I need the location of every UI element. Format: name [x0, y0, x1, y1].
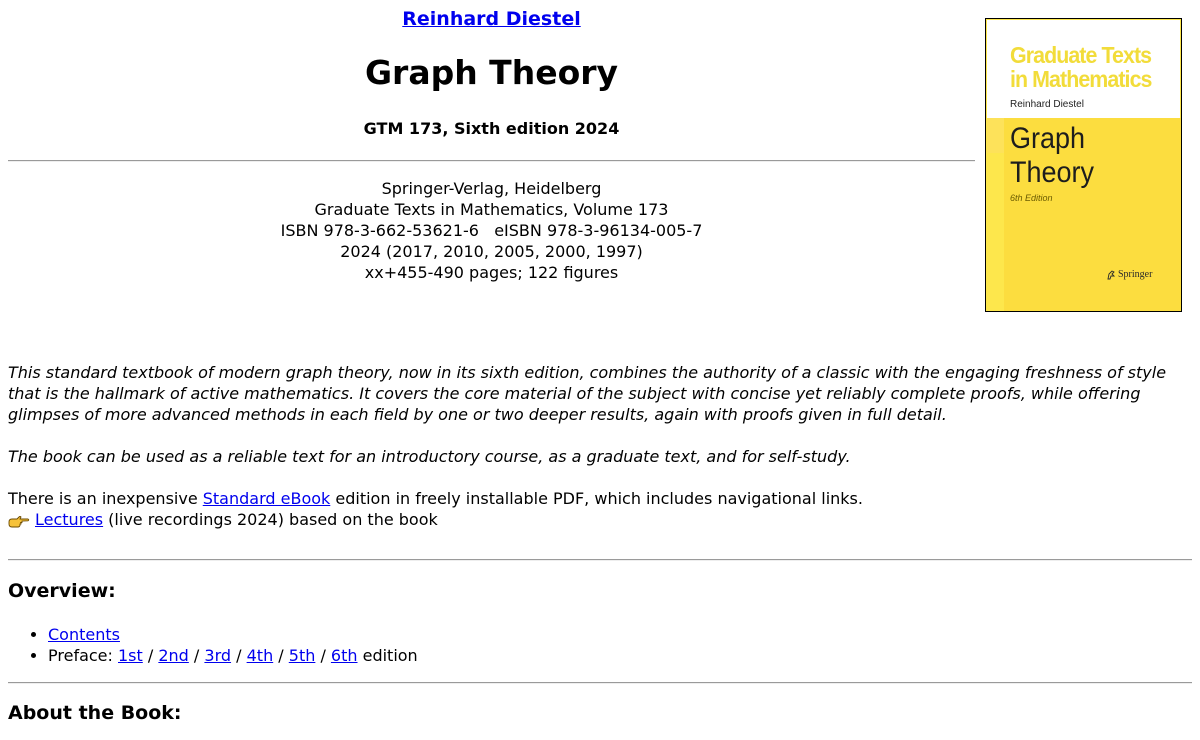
separator: /: [273, 646, 289, 665]
separator: /: [231, 646, 247, 665]
cover-side-tab: [987, 118, 1004, 153]
page-title: Graph Theory: [364, 53, 619, 92]
contents-link[interactable]: Contents: [48, 625, 120, 644]
cover-series-name: Graduate Texts in Mathematics: [1010, 43, 1152, 91]
lectures-link[interactable]: Lectures: [35, 509, 103, 530]
separator: /: [315, 646, 331, 665]
preface-3rd-link[interactable]: 3rd: [204, 646, 231, 665]
usage-blurb: The book can be used as a reliable text …: [8, 447, 851, 466]
cover-title-line-2: Theory: [1010, 156, 1095, 189]
lectures-line: Lectures (live recordings 2024) based on…: [8, 509, 1192, 530]
author-row: Reinhard Diestel: [8, 8, 975, 30]
preface-2nd-link[interactable]: 2nd: [158, 646, 188, 665]
pages-text: xx+455-490 pages; 122 figures: [364, 263, 619, 282]
ebook-line: There is an inexpensive Standard eBook e…: [8, 488, 1192, 509]
cover-edition: 6th Edition: [1010, 193, 1053, 203]
overview-list: Contents Preface: 1st / 2nd / 3rd / 4th …: [8, 624, 418, 666]
publisher-text: Springer-Verlag, Heidelberg: [381, 179, 602, 198]
springer-horse-icon: [1107, 269, 1116, 279]
cover-publisher-name: Springer: [1118, 269, 1153, 280]
preface-4th-link[interactable]: 4th: [247, 646, 274, 665]
author-link[interactable]: Reinhard Diestel: [402, 8, 580, 30]
pointing-hand-icon: [8, 516, 30, 528]
isbn-text: ISBN 978-3-662-53621-6 eISBN 978-3-96134…: [280, 221, 703, 240]
preface-6th-link[interactable]: 6th: [331, 646, 358, 665]
preface-suffix: edition: [357, 646, 418, 665]
cover-title: Graph Theory: [1010, 122, 1094, 190]
list-item: Preface: 1st / 2nd / 3rd / 4th / 5th / 6…: [48, 645, 418, 666]
cover-title-line-1: Graph: [1010, 122, 1086, 155]
overview-heading: Overview:: [8, 580, 116, 602]
header-divider: [8, 160, 975, 162]
ebook-suffix-text: edition in freely installable PDF, which…: [330, 489, 863, 508]
preface-5th-link[interactable]: 5th: [289, 646, 316, 665]
intro-section: This standard textbook of modern graph t…: [8, 362, 1192, 530]
lectures-suffix-text: (live recordings 2024) based on the book: [103, 510, 438, 529]
years-text: 2024 (2017, 2010, 2005, 2000, 1997): [340, 242, 643, 261]
section-divider: [8, 559, 1192, 561]
about-heading: About the Book:: [8, 702, 182, 724]
ebook-prefix-text: There is an inexpensive: [8, 489, 203, 508]
separator: /: [188, 646, 205, 665]
cover-series-line-1: Graduate Texts: [1010, 42, 1152, 68]
edition-subtitle: GTM 173, Sixth edition 2024: [363, 119, 620, 138]
list-item: Contents: [48, 624, 418, 645]
preface-label: Preface:: [48, 646, 118, 665]
preface-1st-link[interactable]: 1st: [118, 646, 143, 665]
separator: /: [142, 646, 159, 665]
cover-series-line-2: in Mathematics: [1010, 66, 1152, 92]
cover-publisher: Springer: [1106, 269, 1152, 280]
cover-author: Reinhard Diestel: [1010, 99, 1084, 110]
series-text: Graduate Texts in Mathematics, Volume 17…: [314, 200, 669, 219]
section-divider: [8, 682, 1192, 684]
publication-info: Springer-Verlag, Heidelberg Graduate Tex…: [8, 178, 975, 283]
book-cover-image: Graduate Texts in Mathematics Reinhard D…: [985, 18, 1182, 312]
standard-ebook-link[interactable]: Standard eBook: [203, 489, 331, 508]
intro-blurb: This standard textbook of modern graph t…: [8, 363, 1167, 424]
